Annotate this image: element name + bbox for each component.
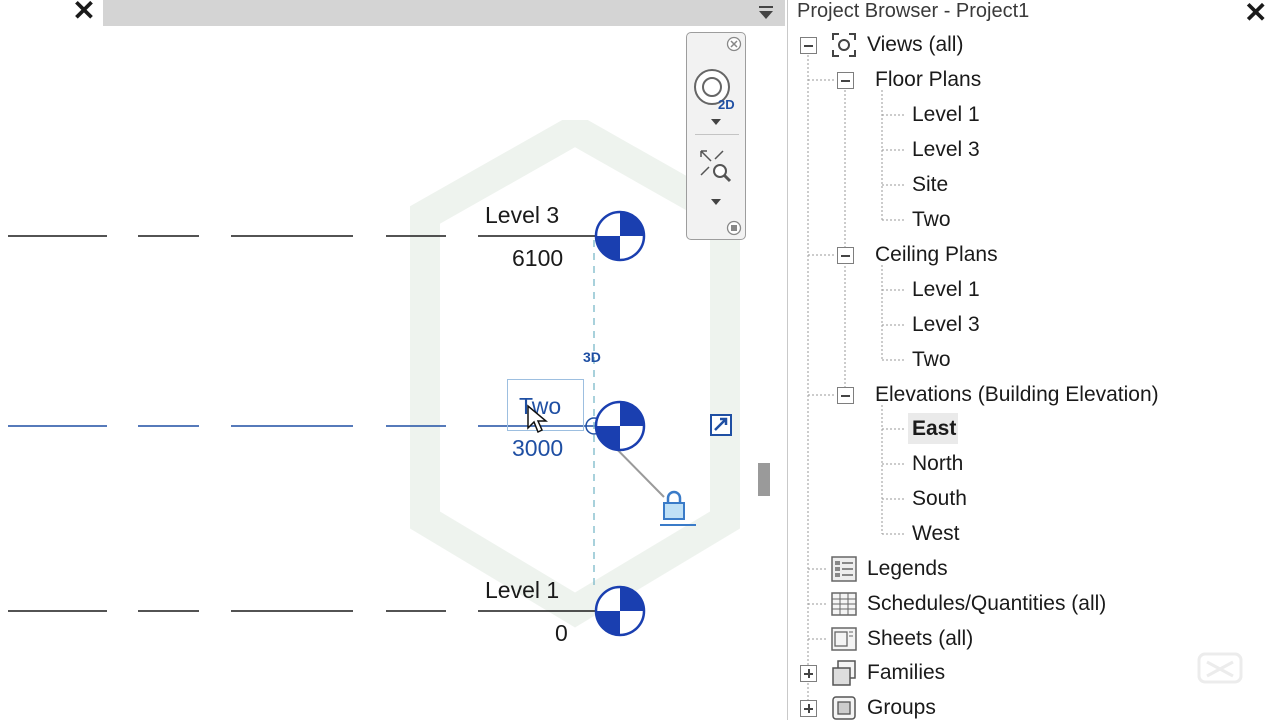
tree-item-elevation[interactable]: South — [912, 487, 967, 511]
collapse-ceiling-plans-toggle[interactable] — [837, 247, 854, 264]
tree-item-floor-plan[interactable]: Site — [912, 173, 948, 197]
expand-families-toggle[interactable] — [800, 665, 817, 682]
level-elevation-two[interactable]: 3000 — [512, 435, 563, 462]
level-elevation-level-1[interactable]: 0 — [555, 620, 568, 647]
tree-item-groups[interactable]: Groups — [867, 696, 936, 720]
navigation-bar: 2D — [686, 32, 746, 240]
legends-icon — [831, 556, 857, 582]
navbar-options-icon[interactable] — [726, 220, 742, 236]
navbar-close-icon[interactable] — [726, 36, 742, 52]
show-bubble-checkbox[interactable] — [710, 414, 732, 436]
watermark-icon — [1197, 652, 1243, 684]
families-icon — [832, 660, 856, 686]
tree-item-schedules[interactable]: Schedules/Quantities (all) — [867, 592, 1106, 616]
collapse-views-toggle[interactable] — [800, 37, 817, 54]
level-elevation-level-3[interactable]: 6100 — [512, 245, 563, 272]
level-head-level-3[interactable] — [593, 209, 647, 263]
tree-item-floor-plans[interactable]: Floor Plans — [875, 68, 981, 92]
tree-item-floor-plan[interactable]: Two — [912, 208, 951, 232]
navbar-divider — [695, 134, 739, 135]
tree-item-sheets[interactable]: Sheets (all) — [867, 627, 973, 651]
level-name-level-3[interactable]: Level 3 — [485, 202, 559, 229]
tree-item-elevation[interactable]: West — [912, 522, 959, 546]
tree-item-families[interactable]: Families — [867, 661, 945, 685]
checkmark-icon — [714, 417, 728, 431]
level-graphics — [8, 235, 665, 612]
level-name-level-1[interactable]: Level 1 — [485, 577, 559, 604]
wheel-dropdown-icon[interactable] — [709, 117, 723, 127]
tree-item-ceiling-plan[interactable]: Level 1 — [912, 278, 980, 302]
level-head-level-1[interactable] — [593, 584, 647, 638]
tree-item-views-all[interactable]: Views (all) — [867, 33, 963, 57]
tree-item-elevation[interactable]: North — [912, 452, 963, 476]
tree-item-ceiling-plan[interactable]: Level 3 — [912, 313, 980, 337]
collapse-floor-plans-toggle[interactable] — [837, 72, 854, 89]
tree-item-legends[interactable]: Legends — [867, 557, 948, 581]
tree-item-elevations[interactable]: Elevations (Building Elevation) — [875, 383, 1159, 407]
elevation-view[interactable]: ✕ Level 3 6100 Two 3000 Level 1 0 3D 2D — [0, 0, 785, 720]
groups-icon — [832, 696, 856, 720]
tree-item-floor-plan[interactable]: Level 1 — [912, 103, 980, 127]
lock-icon[interactable] — [660, 489, 696, 529]
vertical-scrollbar-thumb[interactable] — [758, 463, 770, 496]
level-head-two[interactable] — [593, 399, 647, 453]
steering-wheel-icon[interactable]: 2D — [692, 65, 740, 113]
mouse-cursor-icon — [527, 404, 548, 434]
views-icon — [832, 33, 856, 57]
zoom-region-icon[interactable] — [697, 147, 737, 187]
sheets-icon — [831, 627, 857, 651]
schedules-icon — [831, 592, 857, 616]
expand-groups-toggle[interactable] — [800, 700, 817, 717]
tree-item-floor-plan[interactable]: Level 3 — [912, 138, 980, 162]
collapse-elevations-toggle[interactable] — [837, 387, 854, 404]
tree-item-ceiling-plan[interactable]: Two — [912, 348, 951, 372]
tree-item-elevation-selected[interactable]: East — [912, 417, 956, 441]
project-browser: Project Browser - Project1 ✕ Views (all)… — [787, 0, 1280, 720]
svg-text:2D: 2D — [718, 97, 735, 112]
revit-window: ✕ Level 3 6100 Two 3000 Level 1 0 3D 2D … — [0, 0, 1280, 720]
tree-item-ceiling-plans[interactable]: Ceiling Plans — [875, 243, 998, 267]
zoom-dropdown-icon[interactable] — [709, 197, 723, 207]
3d-extent-tag[interactable]: 3D — [583, 349, 601, 365]
